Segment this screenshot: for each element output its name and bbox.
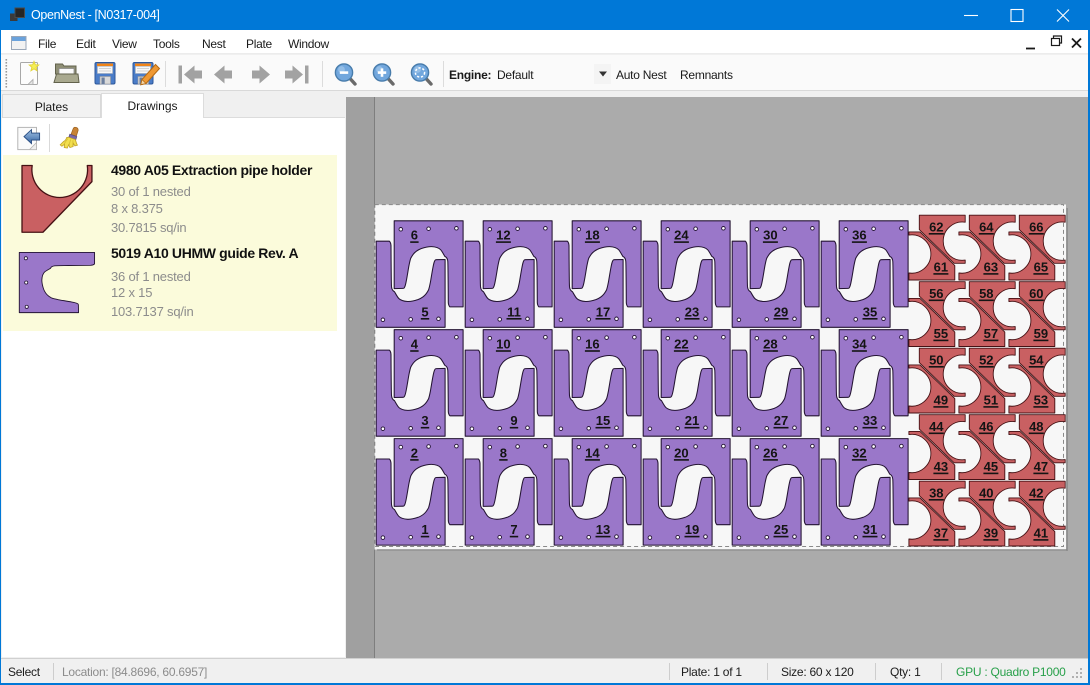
svg-text:5: 5 xyxy=(421,304,428,319)
svg-text:59: 59 xyxy=(1034,326,1048,341)
svg-text:3: 3 xyxy=(421,413,428,428)
svg-text:42: 42 xyxy=(1029,485,1043,500)
svg-text:44: 44 xyxy=(929,419,944,434)
svg-text:34: 34 xyxy=(852,337,867,352)
svg-text:22: 22 xyxy=(674,337,688,352)
svg-text:9: 9 xyxy=(510,413,517,428)
svg-text:55: 55 xyxy=(934,326,948,341)
svg-text:2: 2 xyxy=(411,445,418,460)
svg-text:18: 18 xyxy=(585,228,599,243)
svg-text:6: 6 xyxy=(411,228,418,243)
svg-text:60: 60 xyxy=(1029,286,1043,301)
svg-text:56: 56 xyxy=(929,286,943,301)
svg-text:19: 19 xyxy=(685,522,699,537)
svg-text:50: 50 xyxy=(929,352,943,367)
svg-text:45: 45 xyxy=(984,459,998,474)
svg-text:54: 54 xyxy=(1029,352,1044,367)
svg-text:13: 13 xyxy=(596,522,610,537)
svg-text:17: 17 xyxy=(596,304,610,319)
svg-text:23: 23 xyxy=(685,304,699,319)
svg-text:15: 15 xyxy=(596,413,610,428)
svg-text:47: 47 xyxy=(1034,459,1048,474)
svg-text:51: 51 xyxy=(984,392,998,407)
svg-text:31: 31 xyxy=(863,522,877,537)
svg-text:8: 8 xyxy=(500,445,507,460)
svg-text:20: 20 xyxy=(674,445,688,460)
svg-text:27: 27 xyxy=(774,413,788,428)
svg-text:30: 30 xyxy=(763,228,777,243)
svg-text:32: 32 xyxy=(852,445,866,460)
svg-text:33: 33 xyxy=(863,413,877,428)
svg-text:62: 62 xyxy=(929,219,943,234)
svg-text:28: 28 xyxy=(763,337,777,352)
svg-text:64: 64 xyxy=(979,219,994,234)
svg-text:11: 11 xyxy=(507,304,521,319)
svg-text:25: 25 xyxy=(774,522,788,537)
svg-text:41: 41 xyxy=(1034,525,1048,540)
svg-text:58: 58 xyxy=(979,286,993,301)
svg-text:10: 10 xyxy=(496,337,510,352)
svg-text:24: 24 xyxy=(674,228,689,243)
svg-text:36: 36 xyxy=(852,228,866,243)
svg-text:1: 1 xyxy=(421,522,428,537)
svg-text:66: 66 xyxy=(1029,219,1043,234)
svg-text:37: 37 xyxy=(934,525,948,540)
svg-text:57: 57 xyxy=(984,326,998,341)
svg-text:53: 53 xyxy=(1034,392,1048,407)
svg-text:21: 21 xyxy=(685,413,699,428)
svg-text:49: 49 xyxy=(934,392,948,407)
svg-text:48: 48 xyxy=(1029,419,1043,434)
svg-text:65: 65 xyxy=(1034,259,1048,274)
svg-text:38: 38 xyxy=(929,485,943,500)
svg-text:16: 16 xyxy=(585,337,599,352)
svg-text:61: 61 xyxy=(934,259,948,274)
svg-text:26: 26 xyxy=(763,445,777,460)
svg-text:43: 43 xyxy=(934,459,948,474)
svg-text:7: 7 xyxy=(510,522,517,537)
svg-text:46: 46 xyxy=(979,419,993,434)
svg-text:40: 40 xyxy=(979,485,993,500)
svg-text:63: 63 xyxy=(984,259,998,274)
svg-text:4: 4 xyxy=(411,337,419,352)
svg-text:29: 29 xyxy=(774,304,788,319)
svg-text:39: 39 xyxy=(984,525,998,540)
svg-text:12: 12 xyxy=(496,228,510,243)
svg-text:35: 35 xyxy=(863,304,877,319)
svg-text:52: 52 xyxy=(979,352,993,367)
svg-text:14: 14 xyxy=(585,445,600,460)
